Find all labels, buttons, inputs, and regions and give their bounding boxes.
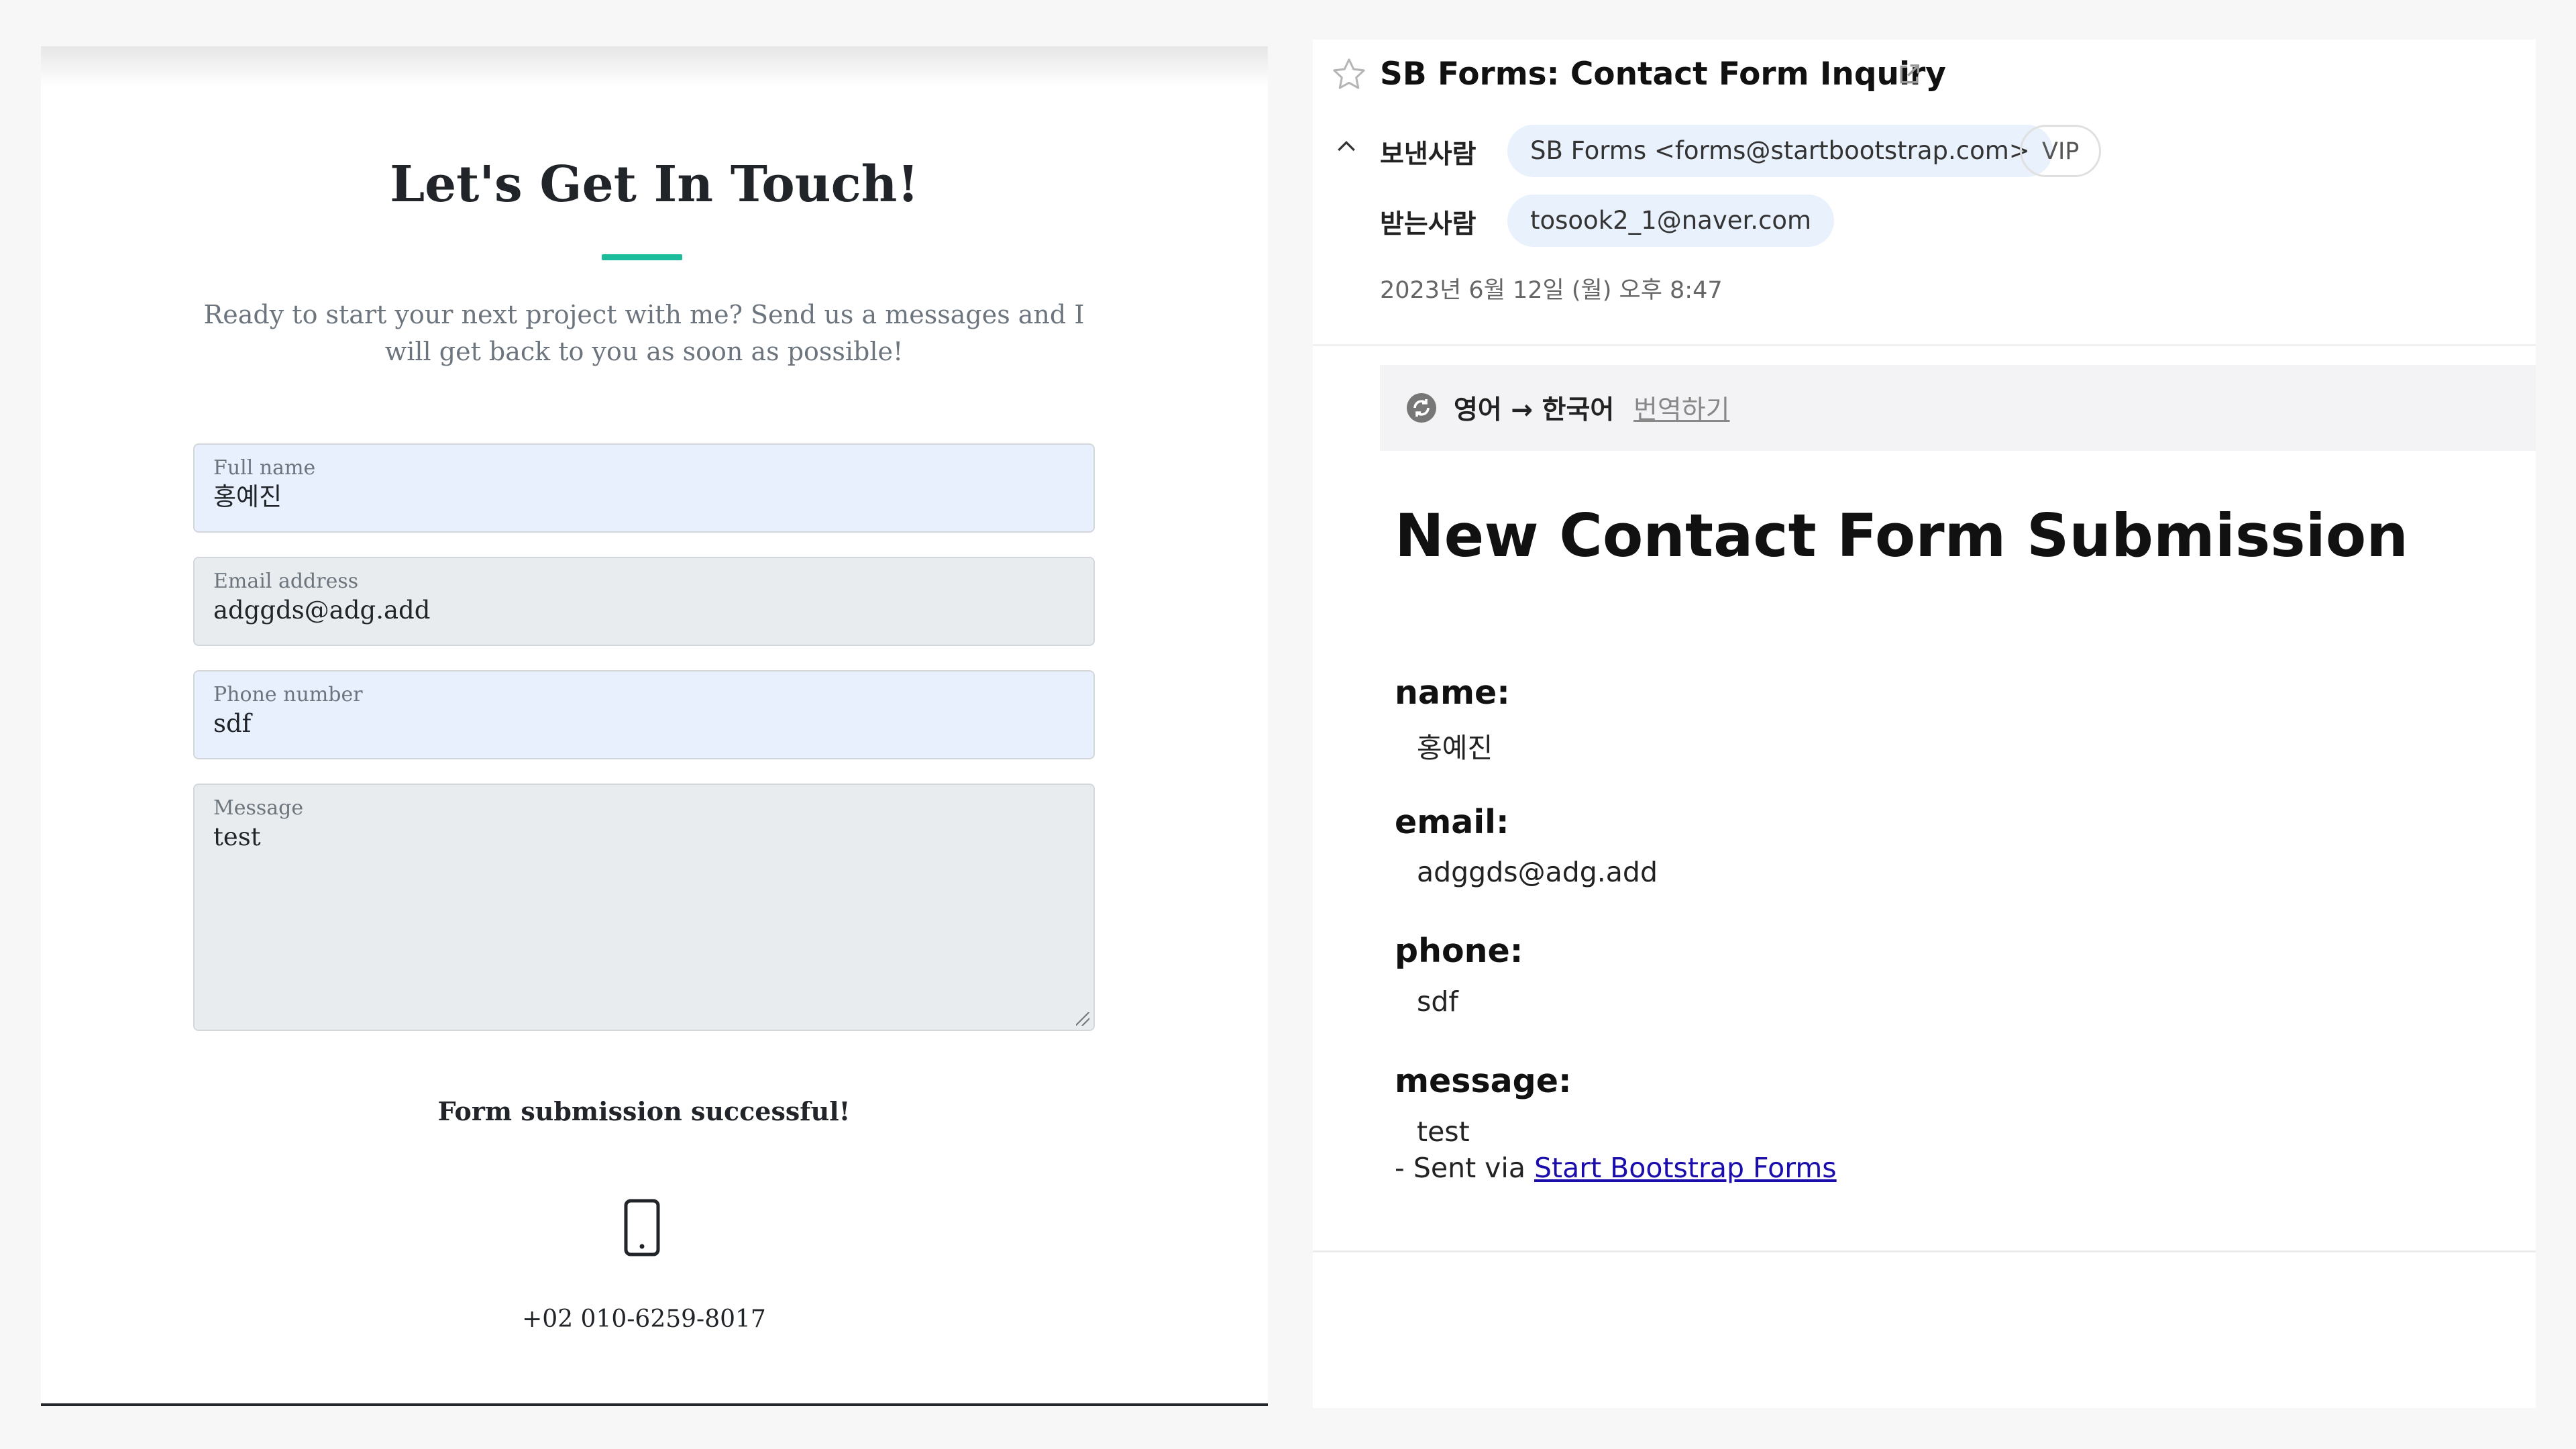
chevron-up-icon[interactable] [1333, 133, 1360, 160]
body-message-label: message: [1395, 1062, 1572, 1100]
recipient-address[interactable]: tosook2_1@naver.com [1507, 195, 1835, 247]
page-title: Let's Get In Touch! [390, 156, 919, 213]
body-name-label: name: [1395, 674, 1510, 712]
form-success-message: Form submission successful! [437, 1096, 851, 1126]
phone-value[interactable]: sdf [213, 708, 1075, 740]
body-divider [1313, 1250, 2536, 1252]
to-label: 받는사람 [1380, 209, 1477, 239]
mail-subject: SB Forms: Contact Form Inquiry [1380, 56, 1946, 93]
email-value[interactable]: adggds@adg.add [213, 594, 1075, 627]
translate-button[interactable]: 번역하기 [1633, 389, 1730, 427]
header-divider [1313, 344, 2536, 346]
contact-form-page: Let's Get In Touch! Ready to start your … [41, 46, 1268, 1406]
sent-via-prefix: - Sent via [1395, 1152, 1534, 1184]
body-phone-label: phone: [1395, 932, 1523, 970]
mail-viewer: SB Forms: Contact Form Inquiry 보낸사람 SB F… [1313, 40, 2536, 1408]
sender-address[interactable]: SB Forms <forms@startbootstrap.com> [1507, 125, 2053, 177]
translate-bar: 영어 → 한국어 번역하기 [1380, 365, 2536, 451]
mail-header: SB Forms: Contact Form Inquiry 보낸사람 SB F… [1313, 40, 2536, 345]
full-name-label: Full name [213, 456, 316, 480]
message-field[interactable]: Message test [193, 784, 1095, 1031]
phone-field[interactable]: Phone number sdf [193, 670, 1095, 759]
message-value[interactable]: test [213, 821, 1075, 853]
body-email-value: adggds@adg.add [1417, 856, 1658, 888]
external-link-icon[interactable] [1896, 61, 1923, 88]
email-label: Email address [213, 570, 359, 593]
star-icon[interactable] [1330, 56, 1368, 93]
body-message-value: test [1417, 1116, 1470, 1148]
full-name-field[interactable]: Full name 홍예진 [193, 443, 1095, 533]
translate-icon [1407, 393, 1436, 423]
email-field[interactable]: Email address adggds@adg.add [193, 557, 1095, 646]
contact-phone-number: +02 010-6259-8017 [522, 1305, 766, 1333]
sent-via-line: - Sent via Start Bootstrap Forms [1395, 1152, 1837, 1184]
body-phone-value: sdf [1417, 985, 1458, 1018]
from-label: 보낸사람 [1380, 140, 1477, 170]
full-name-value[interactable]: 홍예진 [213, 481, 1075, 513]
start-bootstrap-forms-link[interactable]: Start Bootstrap Forms [1534, 1152, 1837, 1184]
top-shadow [41, 46, 1268, 87]
translate-languages: 영어 → 한국어 [1454, 395, 1615, 425]
intro-text: Ready to start your next project with me… [203, 300, 1085, 366]
resize-grip-icon[interactable] [1076, 1012, 1089, 1026]
mail-body: New Contact Form Submission [1395, 496, 2522, 576]
body-name-value: 홍예진 [1417, 732, 1493, 764]
vip-button[interactable]: VIP [2020, 125, 2102, 177]
message-label: Message [213, 796, 304, 820]
body-heading: New Contact Form Submission [1395, 501, 2408, 570]
phone-label: Phone number [213, 683, 363, 706]
body-email-label: email: [1395, 803, 1509, 841]
title-divider [602, 254, 682, 260]
phone-icon [624, 1199, 660, 1256]
mail-date: 2023년 6월 12일 (월) 오후 8:47 [1380, 277, 1723, 304]
